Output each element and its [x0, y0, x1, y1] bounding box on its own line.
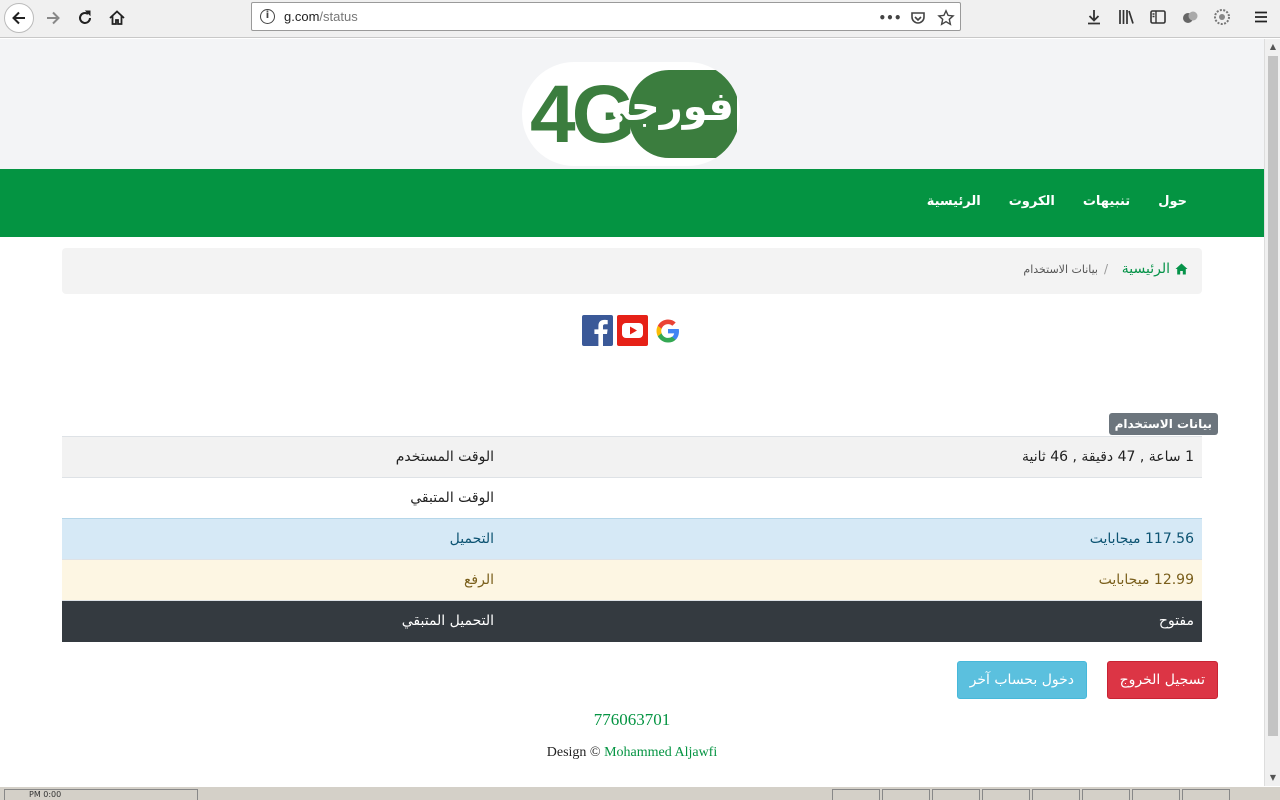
nav-about[interactable]: حول [1158, 194, 1187, 209]
taskbar-item[interactable] [882, 789, 930, 800]
login-other-account-button[interactable]: دخول بحساب آخر [956, 661, 1087, 699]
vertical-scrollbar[interactable]: ▲ ▼ [1264, 39, 1280, 786]
scrollbar-thumb[interactable] [1268, 56, 1278, 736]
arrow-left-icon [12, 11, 25, 25]
breadcrumb: الرئيسية / بيانات الاستخدام [62, 248, 1202, 294]
breadcrumb-separator: / [1103, 262, 1108, 276]
home-icon [109, 10, 125, 25]
taskbar-item[interactable] [932, 789, 980, 800]
usage-value: مفتوح [502, 600, 1202, 642]
table-row: الوقت المستخدم 1 ساعة , 47 دقيقة , 46 ثا… [62, 436, 1202, 478]
contact-phone: 776063701 [593, 710, 671, 729]
author-link[interactable]: Mohammed Aljawfi [604, 745, 717, 760]
logo-arabic-text: فورجي [590, 84, 734, 130]
home-icon [1175, 263, 1188, 275]
address-bar[interactable]: i g.com/status ••• [251, 2, 961, 31]
usage-value: 117.56 ميجابايت [502, 518, 1202, 560]
usage-label: الوقت المستخدم [62, 436, 502, 478]
usage-badge: بيانات الاستخدام [1108, 413, 1218, 435]
footer-credit: Design © Mohammed Aljawfi [0, 745, 1264, 761]
settings-extension-icon[interactable] [1211, 6, 1233, 28]
usage-label: الرفع [62, 559, 502, 601]
bookmark-star-icon[interactable] [936, 8, 956, 28]
downloads-icon[interactable] [1083, 6, 1105, 28]
scroll-down-icon[interactable]: ▼ [1265, 770, 1280, 786]
info-icon[interactable]: i [260, 9, 275, 24]
breadcrumb-current: بيانات الاستخدام [1023, 263, 1098, 276]
taskbar-item[interactable] [982, 789, 1030, 800]
taskbar-item[interactable] [1132, 789, 1180, 800]
usage-value [502, 477, 1202, 519]
site-logo[interactable]: 4G فورجي [522, 62, 740, 166]
google-icon[interactable] [652, 315, 683, 346]
sidebar-icon[interactable] [1147, 6, 1169, 28]
facebook-icon[interactable] [582, 315, 613, 346]
taskbar: PM 0:00 [0, 786, 1280, 800]
usage-label: الوقت المتبقي [62, 477, 502, 519]
taskbar-item[interactable] [1182, 789, 1230, 800]
taskbar-clock: PM 0:00 [4, 789, 198, 800]
reload-button[interactable] [70, 3, 100, 33]
arrow-right-icon [47, 11, 60, 25]
url-text[interactable]: g.com/status [284, 9, 358, 24]
usage-value: 1 ساعة , 47 دقيقة , 46 ثانية [502, 436, 1202, 478]
library-icon[interactable] [1115, 6, 1137, 28]
site-header: 4G فورجي [0, 39, 1264, 169]
usage-label: التحميل [62, 518, 502, 560]
back-button[interactable] [4, 3, 34, 33]
table-row: الوقت المتبقي [62, 477, 1202, 519]
forward-button[interactable] [38, 3, 68, 33]
main-navbar: حول تنبيهات الكروت الرئيسية [0, 169, 1264, 237]
pocket-icon[interactable] [908, 8, 928, 28]
table-row: التحميل 117.56 ميجابايت [62, 518, 1202, 560]
breadcrumb-home[interactable]: الرئيسية [1122, 261, 1188, 277]
home-button[interactable] [102, 3, 132, 33]
breadcrumb-home-label: الرئيسية [1121, 261, 1170, 277]
page-actions-icon[interactable]: ••• [879, 8, 902, 28]
social-login-links [582, 315, 683, 346]
scroll-up-icon[interactable]: ▲ [1265, 39, 1280, 55]
taskbar-item[interactable] [1082, 789, 1130, 800]
nav-cards[interactable]: الكروت [1009, 194, 1055, 209]
nav-alerts[interactable]: تنبيهات [1083, 194, 1130, 209]
taskbar-item[interactable] [832, 789, 880, 800]
reload-icon [79, 10, 91, 24]
taskbar-item[interactable] [1032, 789, 1080, 800]
extension-icon[interactable] [1179, 6, 1201, 28]
logout-button[interactable]: تسجيل الخروج [1106, 661, 1218, 699]
youtube-icon[interactable] [617, 315, 648, 346]
table-row: الرفع 12.99 ميجابايت [62, 559, 1202, 601]
nav-home[interactable]: الرئيسية [927, 194, 981, 209]
credit-prefix: Design © [546, 745, 601, 760]
usage-table: الوقت المستخدم 1 ساعة , 47 دقيقة , 46 ثا… [62, 436, 1202, 642]
table-row: التحميل المتبقي مفتوح [62, 600, 1202, 642]
browser-toolbar: i g.com/status ••• [0, 0, 1280, 38]
usage-value: 12.99 ميجابايت [502, 559, 1202, 601]
usage-label: التحميل المتبقي [62, 600, 502, 642]
menu-icon[interactable] [1250, 6, 1272, 28]
